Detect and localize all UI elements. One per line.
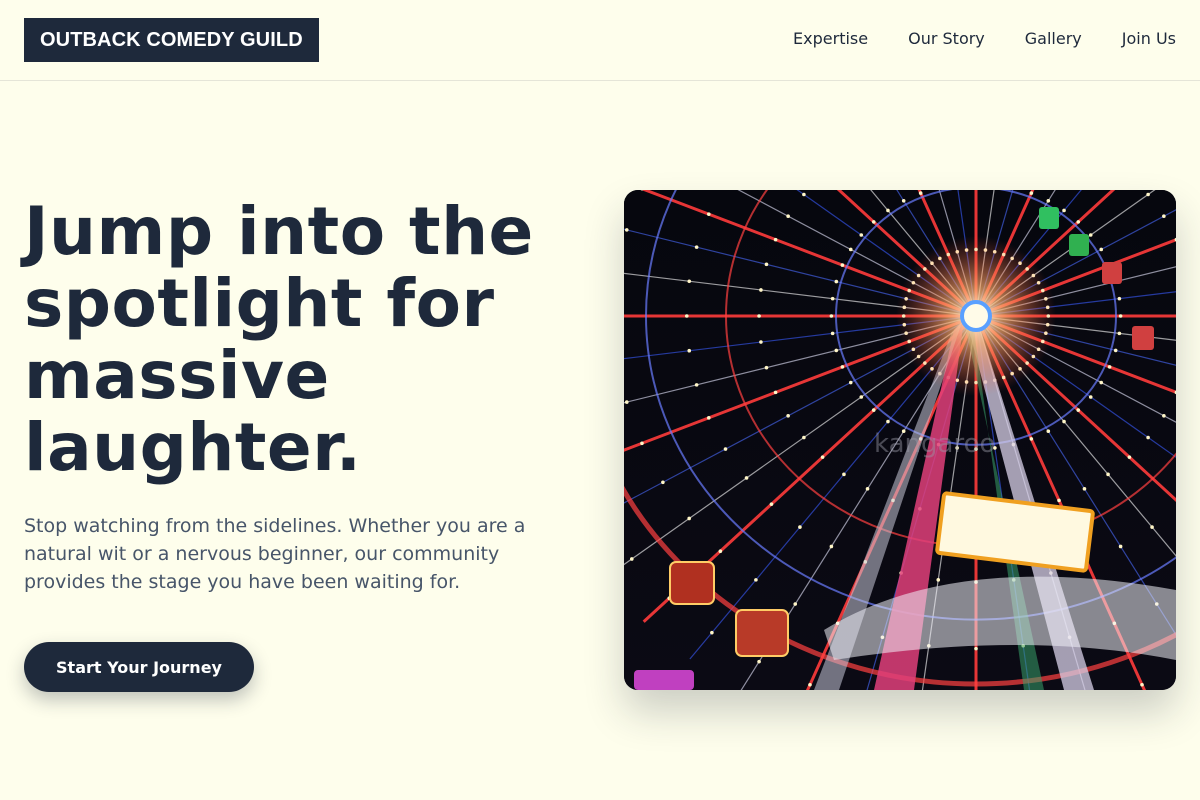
hero-subtitle: Stop watching from the sidelines. Whethe… bbox=[24, 515, 526, 593]
nav-item-join-us[interactable]: Join Us bbox=[1122, 28, 1176, 50]
ferris-wheel-illustration: kangaroo bbox=[624, 190, 1176, 690]
nav-item-our-story[interactable]: Our Story bbox=[908, 28, 985, 50]
nav-item-expertise[interactable]: Expertise bbox=[793, 28, 868, 50]
hero-image-ferris-wheel: kangaroo bbox=[624, 190, 1176, 690]
wheel-hub bbox=[960, 300, 992, 332]
image-watermark: kangaroo bbox=[874, 429, 995, 459]
nav-item-gallery[interactable]: Gallery bbox=[1025, 28, 1082, 50]
hero-title: Jump into the spotlight for massive laug… bbox=[24, 193, 534, 486]
main-nav: Expertise Our Story Gallery Join Us bbox=[793, 28, 1176, 50]
site-header: OUTBACK COMEDY GUILD Expertise Our Story… bbox=[0, 0, 1200, 81]
site-logo[interactable]: OUTBACK COMEDY GUILD bbox=[24, 18, 319, 62]
start-journey-button[interactable]: Start Your Journey bbox=[24, 642, 254, 692]
